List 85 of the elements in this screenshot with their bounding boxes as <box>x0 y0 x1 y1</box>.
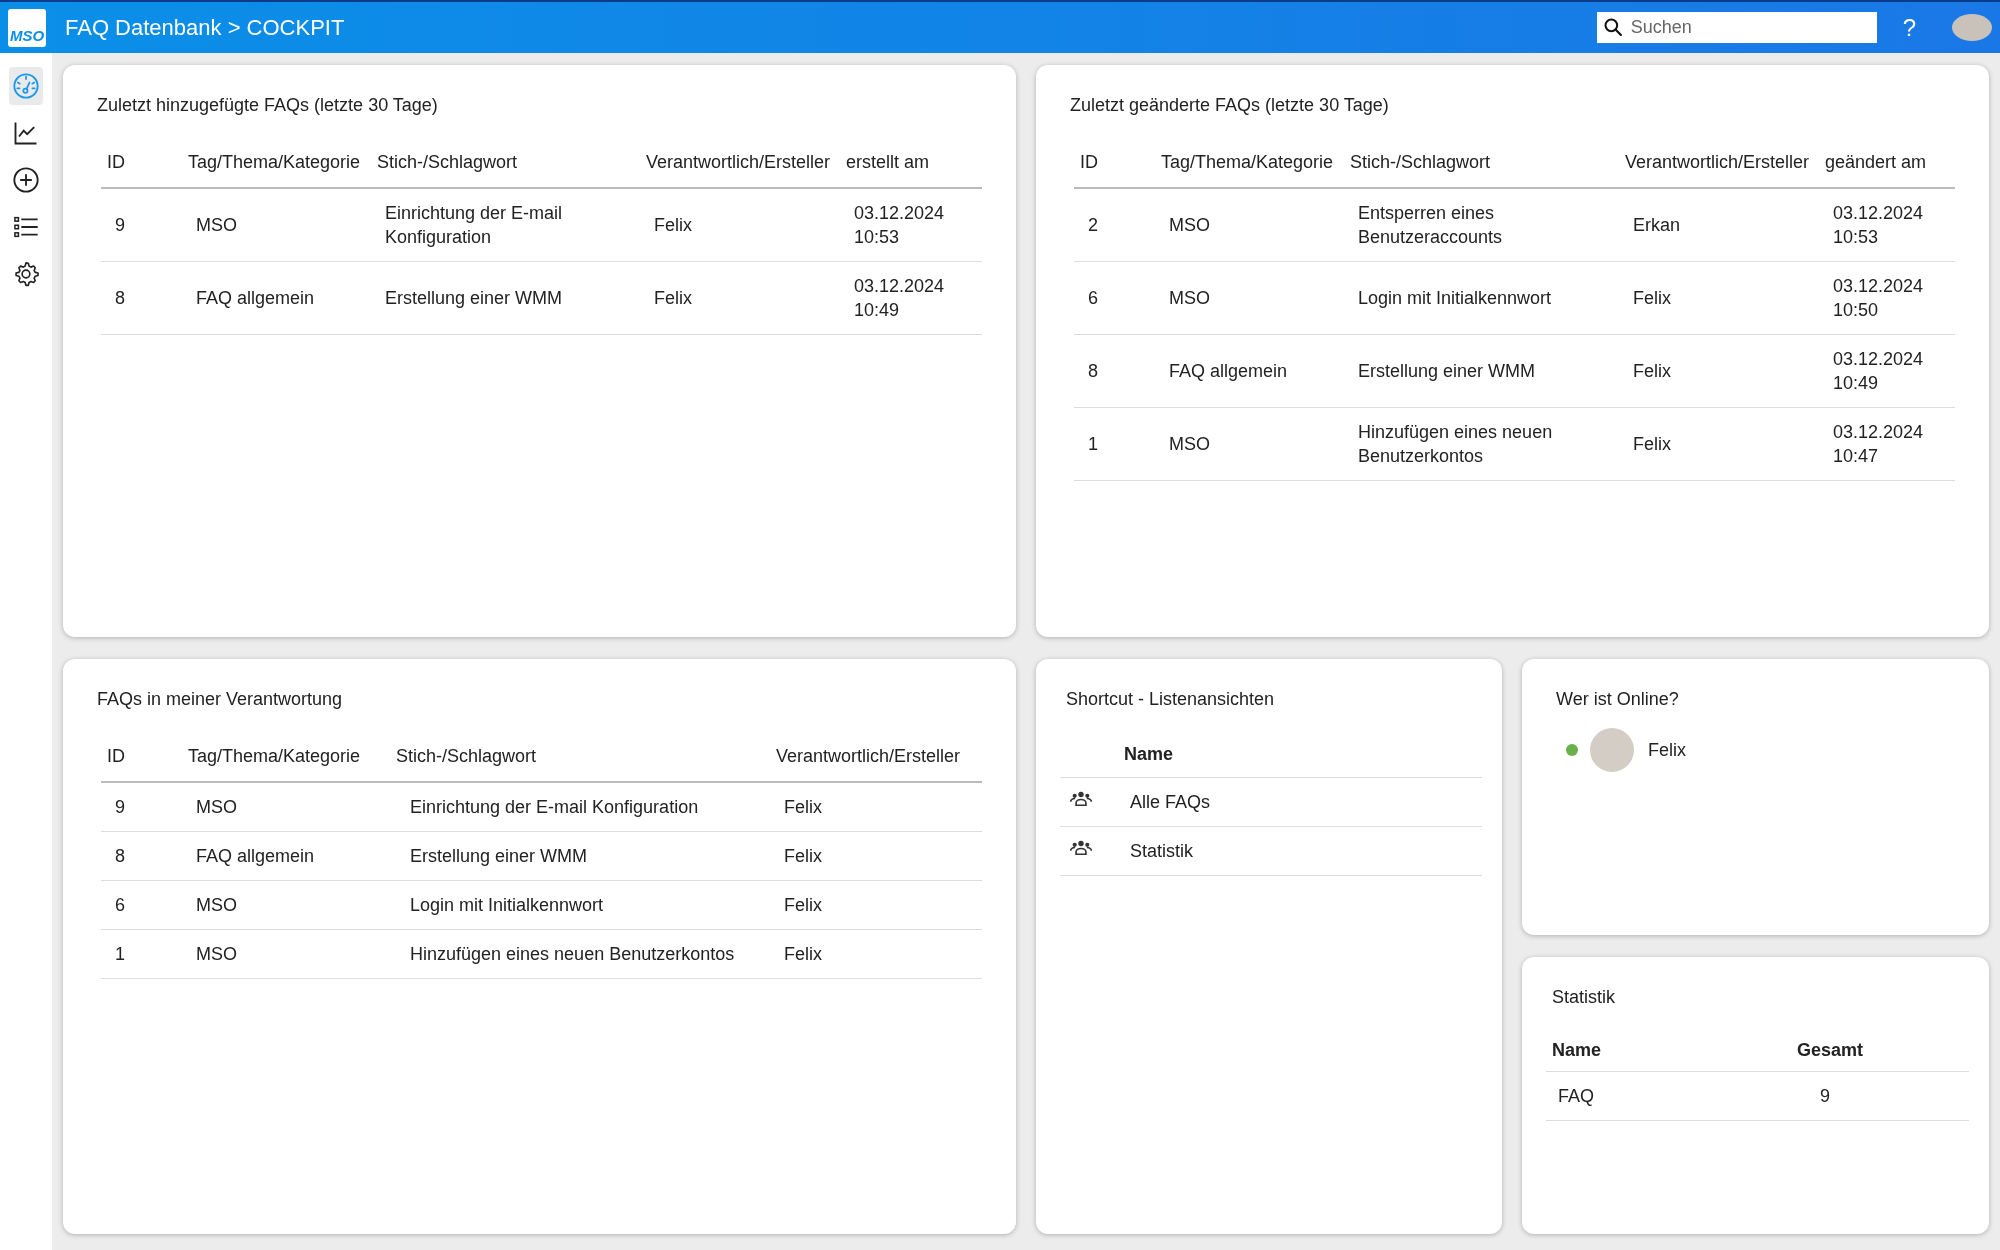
table-cell: 1 <box>115 944 125 964</box>
column-header: ID <box>107 152 125 172</box>
column-header: Verantwortlich/Ersteller <box>776 746 961 766</box>
table-cell: 03.12.2024 10:50 <box>1833 276 1924 320</box>
table-cell: Erkan <box>1633 215 1681 235</box>
table-cell: Login mit Initialkennwort <box>410 895 604 915</box>
table-cell: MSO <box>196 944 237 964</box>
column-header: Name <box>1124 744 1174 764</box>
help-button[interactable]: ? <box>1902 13 1916 42</box>
column-header: Verantwortlich/Ersteller <box>646 152 831 172</box>
card-title: Zuletzt hinzugefügte FAQs (letzte 30 Tage) <box>97 95 439 116</box>
column-header: Tag/Thema/Kategorie <box>188 746 361 766</box>
table-cell: FAQ allgemein <box>1169 361 1288 381</box>
list-item-label: Statistik <box>1130 841 1194 861</box>
table-cell: 1 <box>1088 434 1098 454</box>
users-icon <box>1070 839 1092 857</box>
table-cell: 6 <box>1088 288 1098 308</box>
table-cell: Felix <box>1633 288 1671 308</box>
column-header: Stich-/Schlagwort <box>377 152 518 172</box>
table-cell: MSO <box>196 215 237 235</box>
page-title: FAQ Datenbank > COCKPIT <box>65 14 345 41</box>
app-logo: MSO <box>8 8 46 47</box>
table-cell: 9 <box>115 215 125 235</box>
table-cell: Login mit Initialkennwort <box>1358 288 1552 308</box>
column-header: Gesamt <box>1797 1040 1864 1060</box>
table-cell: 03.12.2024 10:47 <box>1833 422 1924 466</box>
table-cell: Erstellung einer WMM <box>385 288 563 308</box>
table-cell: Felix <box>1633 361 1671 381</box>
column-header: Stich-/Schlagwort <box>1350 152 1491 172</box>
table-cell: Einrichtung der E-mail Konfiguration <box>410 797 699 817</box>
settings-icon <box>12 260 40 288</box>
table-cell: Einrichtung der E-mail Konfiguration <box>385 203 563 247</box>
table-cell: Felix <box>784 797 822 817</box>
table-cell: 03.12.2024 10:49 <box>1833 349 1924 393</box>
table-cell: 8 <box>115 846 125 866</box>
table-cell: Felix <box>1633 434 1671 454</box>
card-title: Shortcut - Listenansichten <box>1066 689 1276 710</box>
table-cell: Felix <box>784 944 822 964</box>
table-cell: 8 <box>115 288 125 308</box>
table-cell: Felix <box>784 895 822 915</box>
table-cell: Hinzufügen eines neuen Benutzerkontos <box>410 944 735 964</box>
column-header: Name <box>1552 1040 1602 1060</box>
table-cell: MSO <box>196 895 237 915</box>
table-cell: 03.12.2024 10:49 <box>854 276 945 320</box>
column-header: Tag/Thema/Kategorie <box>188 152 361 172</box>
search-icon <box>1602 17 1623 37</box>
table-cell: Hinzufügen eines neuen Benutzerkontos <box>1358 422 1553 466</box>
table-cell: MSO <box>196 797 237 817</box>
table-cell: 03.12.2024 10:53 <box>1833 203 1924 247</box>
table-cell: Erstellung einer WMM <box>1358 361 1536 381</box>
table-cell: Felix <box>784 846 822 866</box>
table-cell: FAQ <box>1558 1086 1594 1106</box>
column-header: ID <box>1080 152 1098 172</box>
table-cell: Felix <box>654 215 692 235</box>
column-header: ID <box>107 746 125 766</box>
search-field[interactable]: Suchen <box>1596 12 1877 43</box>
user-name: Felix <box>1648 739 1686 761</box>
table-cell: FAQ allgemein <box>196 846 315 866</box>
table-cell: 2 <box>1088 215 1098 235</box>
table-cell: 9 <box>1820 1086 1830 1106</box>
table-cell: MSO <box>1169 288 1210 308</box>
column-header: geändert am <box>1825 152 1927 172</box>
column-header: Tag/Thema/Kategorie <box>1161 152 1334 172</box>
table-cell: FAQ allgemein <box>196 288 315 308</box>
user-avatar <box>1590 728 1634 772</box>
column-header: Verantwortlich/Ersteller <box>1625 152 1810 172</box>
table-cell: 8 <box>1088 361 1098 381</box>
card-title: Zuletzt geänderte FAQs (letzte 30 Tage) <box>1070 95 1390 116</box>
table-cell: Felix <box>654 288 692 308</box>
table-cell: 6 <box>115 895 125 915</box>
column-header: Stich-/Schlagwort <box>396 746 537 766</box>
table-cell: 9 <box>115 797 125 817</box>
card-title: Wer ist Online? <box>1556 689 1680 710</box>
table-cell: MSO <box>1169 434 1210 454</box>
table-cell: Entsperren eines Benutzeraccounts <box>1358 203 1503 247</box>
table-cell: Erstellung einer WMM <box>410 846 588 866</box>
users-icon <box>1070 790 1092 808</box>
card-title: FAQs in meiner Verantwortung <box>97 689 344 710</box>
column-header: erstellt am <box>846 152 930 172</box>
card-title: Statistik <box>1552 987 1617 1008</box>
table-cell: 03.12.2024 10:53 <box>854 203 945 247</box>
gauge-icon <box>12 72 40 100</box>
add-icon <box>12 166 40 194</box>
list-item-label: Alle FAQs <box>1130 792 1211 812</box>
table-cell: MSO <box>1169 215 1210 235</box>
